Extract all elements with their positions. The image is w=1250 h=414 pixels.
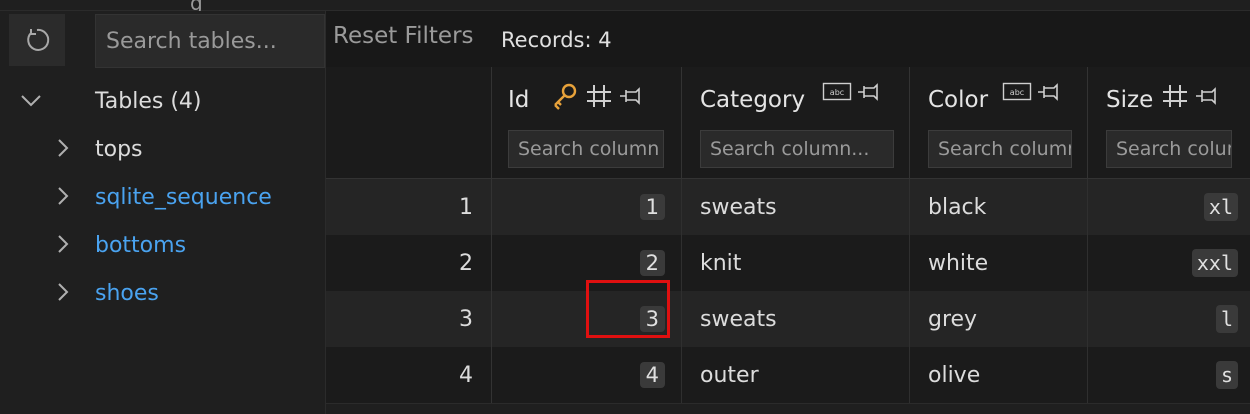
tree-item-tables[interactable]: Tables (4)	[0, 77, 326, 125]
column-search-input[interactable]	[700, 130, 894, 168]
column-header-size[interactable]: Size	[1088, 67, 1250, 179]
cell-color[interactable]: white	[910, 235, 1088, 291]
column-header-color[interactable]: Color abc	[910, 67, 1088, 179]
reset-filters-button[interactable]: Reset Filters	[333, 23, 474, 49]
cell-category[interactable]: knit	[682, 235, 910, 291]
top-strip: g	[0, 0, 1250, 15]
tree-item-label: sqlite_sequence	[95, 184, 272, 210]
row-number: 4	[326, 347, 492, 403]
cell-size[interactable]: l	[1088, 291, 1250, 347]
size-value: xl	[1203, 193, 1238, 221]
column-header-id[interactable]: Id	[492, 67, 682, 179]
chevron-right-icon[interactable]	[52, 279, 74, 305]
cell-color[interactable]: black	[910, 179, 1088, 235]
table-row[interactable]: 4 4 outer olive s	[326, 347, 1250, 403]
tree-item-label: shoes	[95, 280, 159, 306]
tree-item-shoes[interactable]: shoes	[0, 269, 326, 317]
refresh-button[interactable]	[9, 14, 65, 66]
row-number: 3	[326, 291, 492, 347]
size-value: s	[1215, 361, 1238, 389]
id-value: 4	[639, 362, 665, 388]
column-header-category[interactable]: Category abc	[682, 67, 910, 179]
sidebar: Tables (4) tops sqlite_sequence bottoms …	[0, 11, 326, 414]
cell-size[interactable]: s	[1088, 347, 1250, 403]
row-number: 1	[326, 179, 492, 235]
key-icon	[554, 83, 577, 110]
row-number-header	[326, 67, 492, 179]
cell-color[interactable]: olive	[910, 347, 1088, 403]
size-value: l	[1215, 305, 1238, 333]
cell-color[interactable]: grey	[910, 291, 1088, 347]
chevron-down-icon[interactable]	[18, 87, 44, 113]
tree-item-label: tops	[95, 136, 143, 162]
cell-id[interactable]: 4	[492, 347, 682, 403]
chevron-right-icon[interactable]	[52, 231, 74, 257]
pin-icon[interactable]	[618, 85, 642, 107]
records-count: Records: 4	[501, 28, 612, 52]
column-title: Category	[700, 87, 806, 113]
cell-size[interactable]: xl	[1088, 179, 1250, 235]
column-search-input[interactable]	[508, 130, 664, 168]
table-row[interactable]: 1 1 sweats black xl	[326, 179, 1250, 235]
table-row[interactable]: 3 3 sweats grey l	[326, 291, 1250, 347]
horizontal-scrollbar[interactable]	[326, 403, 1250, 414]
column-search-input[interactable]	[1106, 130, 1232, 168]
cell-category[interactable]: sweats	[682, 179, 910, 235]
table-tree: Tables (4) tops sqlite_sequence bottoms …	[0, 77, 326, 317]
tree-item-label: bottoms	[95, 232, 187, 258]
row-number: 2	[326, 235, 492, 291]
refresh-icon	[27, 28, 50, 51]
svg-text:abc: abc	[1010, 88, 1024, 97]
table-row[interactable]: 2 2 knit white xxl	[326, 235, 1250, 291]
text-type-icon: abc	[822, 82, 852, 101]
id-value: 1	[639, 194, 665, 220]
data-grid: Id Category abc	[326, 67, 1250, 414]
tree-item-tops[interactable]: tops	[0, 125, 326, 173]
column-title: Size	[1106, 87, 1154, 113]
cell-category[interactable]: sweats	[682, 291, 910, 347]
cell-highlight-box	[586, 280, 670, 338]
cell-id[interactable]: 1	[492, 179, 682, 235]
cell-size[interactable]: xxl	[1088, 235, 1250, 291]
pin-icon[interactable]	[856, 81, 880, 103]
number-type-icon	[587, 85, 611, 107]
tree-root-label: Tables (4)	[95, 88, 202, 114]
text-type-icon: abc	[1002, 82, 1032, 101]
chevron-right-icon[interactable]	[52, 135, 74, 161]
data-panel: Reset Filters Records: 4 Id Search colum…	[326, 11, 1250, 414]
tree-item-sqlite-sequence[interactable]: sqlite_sequence	[0, 173, 326, 221]
size-value: xxl	[1191, 249, 1238, 277]
column-search-input[interactable]	[928, 130, 1072, 168]
search-tables-input[interactable]	[95, 14, 325, 68]
pin-icon[interactable]	[1036, 81, 1060, 103]
toolbar: Reset Filters Records: 4	[326, 11, 1250, 67]
svg-text:abc: abc	[830, 88, 844, 97]
cell-category[interactable]: outer	[682, 347, 910, 403]
chevron-right-icon[interactable]	[52, 183, 74, 209]
id-value: 2	[639, 250, 665, 276]
number-type-icon	[1163, 85, 1187, 107]
tree-item-bottoms[interactable]: bottoms	[0, 221, 326, 269]
pin-icon[interactable]	[1194, 85, 1218, 107]
column-title: Id	[508, 87, 530, 113]
column-title: Color	[928, 87, 989, 113]
